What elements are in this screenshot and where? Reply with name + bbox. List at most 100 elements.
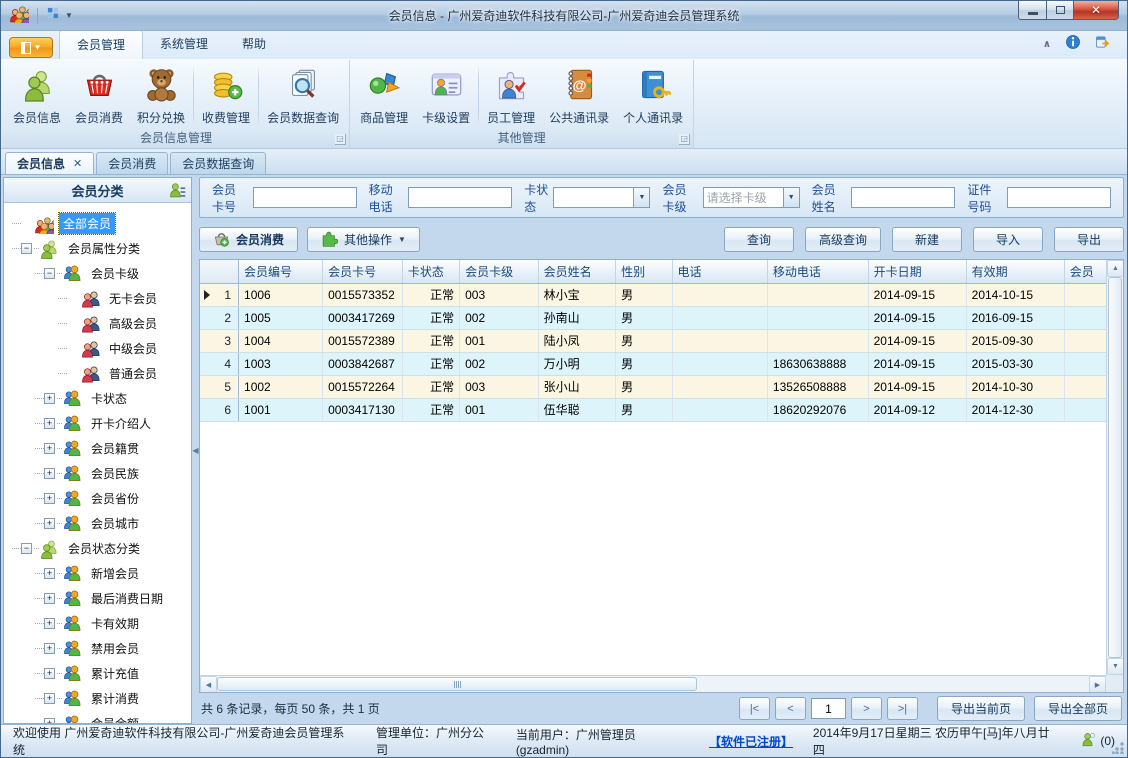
exit-icon[interactable] — [1095, 34, 1111, 55]
tree-item-会员省份[interactable]: + 会员省份 — [10, 486, 189, 511]
tree-item-累计充值[interactable]: + 累计充值 — [10, 661, 189, 686]
tree-item-开卡介绍人[interactable]: + 开卡介绍人 — [10, 411, 189, 436]
export-all-pages-button[interactable]: 导出全部页 — [1033, 696, 1122, 721]
expand-node-icon[interactable]: + — [44, 443, 55, 454]
tree-item-普通会员[interactable]: 普通会员 — [10, 361, 189, 386]
tree-item-无卡会员[interactable]: 无卡会员 — [10, 286, 189, 311]
close-button[interactable]: ✕ — [1074, 1, 1119, 20]
tree-item-最后消费日期[interactable]: + 最后消费日期 — [10, 586, 189, 611]
expand-node-icon[interactable]: + — [44, 618, 55, 629]
collapse-ribbon-icon[interactable]: ∧ — [1043, 39, 1051, 50]
qat-dropdown-icon[interactable]: ▼ — [65, 11, 73, 20]
tree-item-会员城市[interactable]: + 会员城市 — [10, 511, 189, 536]
tree-item-高级会员[interactable]: 高级会员 — [10, 311, 189, 336]
maximize-button[interactable] — [1047, 1, 1074, 20]
info-icon[interactable] — [1065, 34, 1081, 55]
export-current-page-button[interactable]: 导出当前页 — [936, 696, 1025, 721]
other-operations-button[interactable]: 其他操作 ▼ — [307, 227, 420, 252]
page-number-input[interactable] — [810, 698, 846, 719]
ribbon-button-卡级设置[interactable]: 卡级设置 — [415, 65, 477, 128]
ribbon-button-公共通讯录[interactable]: @ 公共通讯录 — [542, 65, 616, 128]
tree-item-会员籍贯[interactable]: + 会员籍贯 — [10, 436, 189, 461]
expand-node-icon[interactable]: + — [44, 393, 55, 404]
close-tab-icon[interactable]: ✕ — [73, 157, 82, 170]
dialog-launcher-icon[interactable]: ◲ — [335, 134, 347, 145]
expand-node-icon[interactable]: + — [44, 518, 55, 529]
document-tab-会员信息[interactable]: 会员信息 ✕ — [5, 152, 95, 174]
ribbon-button-收费管理[interactable]: 收费管理 — [195, 65, 257, 128]
expand-node-icon[interactable]: + — [44, 568, 55, 579]
registered-link[interactable]: 【软件已注册】 — [709, 733, 793, 750]
toolbar-button-高级查询[interactable]: 高级查询 — [804, 227, 881, 252]
tree-item-卡状态[interactable]: + 卡状态 — [10, 386, 189, 411]
combo-dropdown-icon[interactable]: ▼ — [782, 187, 800, 208]
tree-item-会员状态分类[interactable]: − 会员状态分类 — [10, 536, 189, 561]
tree-item-会员属性分类[interactable]: − 会员属性分类 — [10, 236, 189, 261]
document-tab-会员消费[interactable]: 会员消费 — [96, 152, 169, 174]
application-menu-button[interactable]: ▼ — [9, 37, 53, 58]
column-header-会员卡级[interactable]: 会员卡级 — [459, 260, 539, 284]
sidebar-splitter[interactable]: ◀ — [192, 177, 199, 724]
member-name-input[interactable] — [851, 187, 956, 208]
collapse-node-icon[interactable]: − — [21, 543, 32, 554]
tree-item-卡有效期[interactable]: + 卡有效期 — [10, 611, 189, 636]
mobile-input[interactable] — [408, 187, 513, 208]
card-status-select[interactable] — [553, 187, 634, 208]
scroll-right-icon[interactable]: ▶ — [1089, 676, 1106, 692]
toolbar-button-查询[interactable]: 查询 — [723, 227, 794, 252]
collapse-node-icon[interactable]: − — [44, 268, 55, 279]
tree-item-新增会员[interactable]: + 新增会员 — [10, 561, 189, 586]
table-row[interactable]: 4 1003 0003842687 正常 002 万小明男 18630638888 2014-… — [200, 352, 1123, 376]
toolbar-button-导入[interactable]: 导入 — [973, 227, 1043, 252]
card-no-input[interactable] — [252, 187, 357, 208]
ribbon-button-商品管理[interactable]: 商品管理 — [353, 65, 415, 128]
tree-item-累计消费[interactable]: + 累计消费 — [10, 686, 189, 711]
document-tab-会员数据查询[interactable]: 会员数据查询 — [170, 152, 267, 174]
collapse-node-icon[interactable]: − — [21, 243, 32, 254]
column-header-开卡日期[interactable]: 开卡日期 — [868, 260, 967, 284]
ribbon-button-会员数据查询[interactable]: 会员数据查询 — [260, 65, 346, 128]
expand-node-icon[interactable]: + — [44, 718, 55, 723]
tree-item-中级会员[interactable]: 中级会员 — [10, 336, 189, 361]
last-page-button[interactable]: >| — [886, 697, 918, 720]
id-number-input[interactable] — [1007, 187, 1112, 208]
member-consume-button[interactable]: 会员消费 — [199, 227, 299, 252]
tree-item-全部会员[interactable]: 全部会员 — [10, 211, 189, 237]
ribbon-button-积分兑换[interactable]: 积分兑换 — [130, 65, 192, 128]
column-header-卡状态[interactable]: 卡状态 — [402, 260, 461, 284]
scroll-down-icon[interactable]: ▼ — [1107, 658, 1123, 675]
horizontal-scroll-thumb[interactable] — [217, 677, 697, 691]
table-row[interactable]: 6 1001 0003417130 正常 001 伍华聪男 18620292076 2014-… — [200, 398, 1123, 422]
table-row[interactable]: 2 1005 0003417269 正常 002 孙南山男 2014-09-15 2016-0… — [200, 306, 1123, 330]
ribbon-button-会员消费[interactable]: 会员消费 — [68, 65, 130, 128]
expand-node-icon[interactable]: + — [44, 693, 55, 704]
column-header-电话[interactable]: 电话 — [672, 260, 768, 284]
horizontal-scrollbar[interactable]: ◀ ▶ — [200, 675, 1106, 692]
card-level-select[interactable] — [702, 187, 783, 208]
resize-grip[interactable] — [1112, 742, 1124, 754]
combo-dropdown-icon[interactable]: ▼ — [633, 187, 651, 208]
tree-item-禁用会员[interactable]: + 禁用会员 — [10, 636, 189, 661]
scroll-up-icon[interactable]: ▲ — [1107, 260, 1123, 277]
ribbon-button-个人通讯录[interactable]: 个人通讯录 — [616, 65, 690, 128]
toolbar-button-导出[interactable]: 导出 — [1054, 227, 1124, 252]
ribbon-tab-帮助[interactable]: 帮助 — [225, 30, 283, 59]
table-row[interactable]: 5 1002 0015572264 正常 003 张小山男 13526508888 2014-… — [200, 375, 1123, 399]
dialog-launcher-icon[interactable]: ◲ — [679, 134, 691, 145]
column-header-有效期[interactable]: 有效期 — [966, 260, 1065, 284]
expand-node-icon[interactable]: + — [44, 668, 55, 679]
column-header-移动电话[interactable]: 移动电话 — [767, 260, 869, 284]
table-row[interactable]: 1 1006 0015573352 正常 003 林小宝男 2014-09-15 2014-1… — [200, 283, 1123, 307]
toolbar-button-新建[interactable]: 新建 — [892, 227, 962, 252]
member-list-icon[interactable] — [169, 182, 186, 204]
column-header-会员编号[interactable]: 会员编号 — [238, 260, 324, 284]
minimize-button[interactable] — [1018, 1, 1047, 20]
prev-page-button[interactable]: < — [774, 697, 806, 720]
scroll-left-icon[interactable]: ◀ — [200, 676, 217, 692]
expand-node-icon[interactable]: + — [44, 493, 55, 504]
vertical-scroll-thumb[interactable] — [1108, 277, 1122, 658]
next-page-button[interactable]: > — [850, 697, 882, 720]
tree-item-会员卡级[interactable]: − 会员卡级 — [10, 261, 189, 286]
expand-node-icon[interactable]: + — [44, 468, 55, 479]
expand-node-icon[interactable]: + — [44, 643, 55, 654]
